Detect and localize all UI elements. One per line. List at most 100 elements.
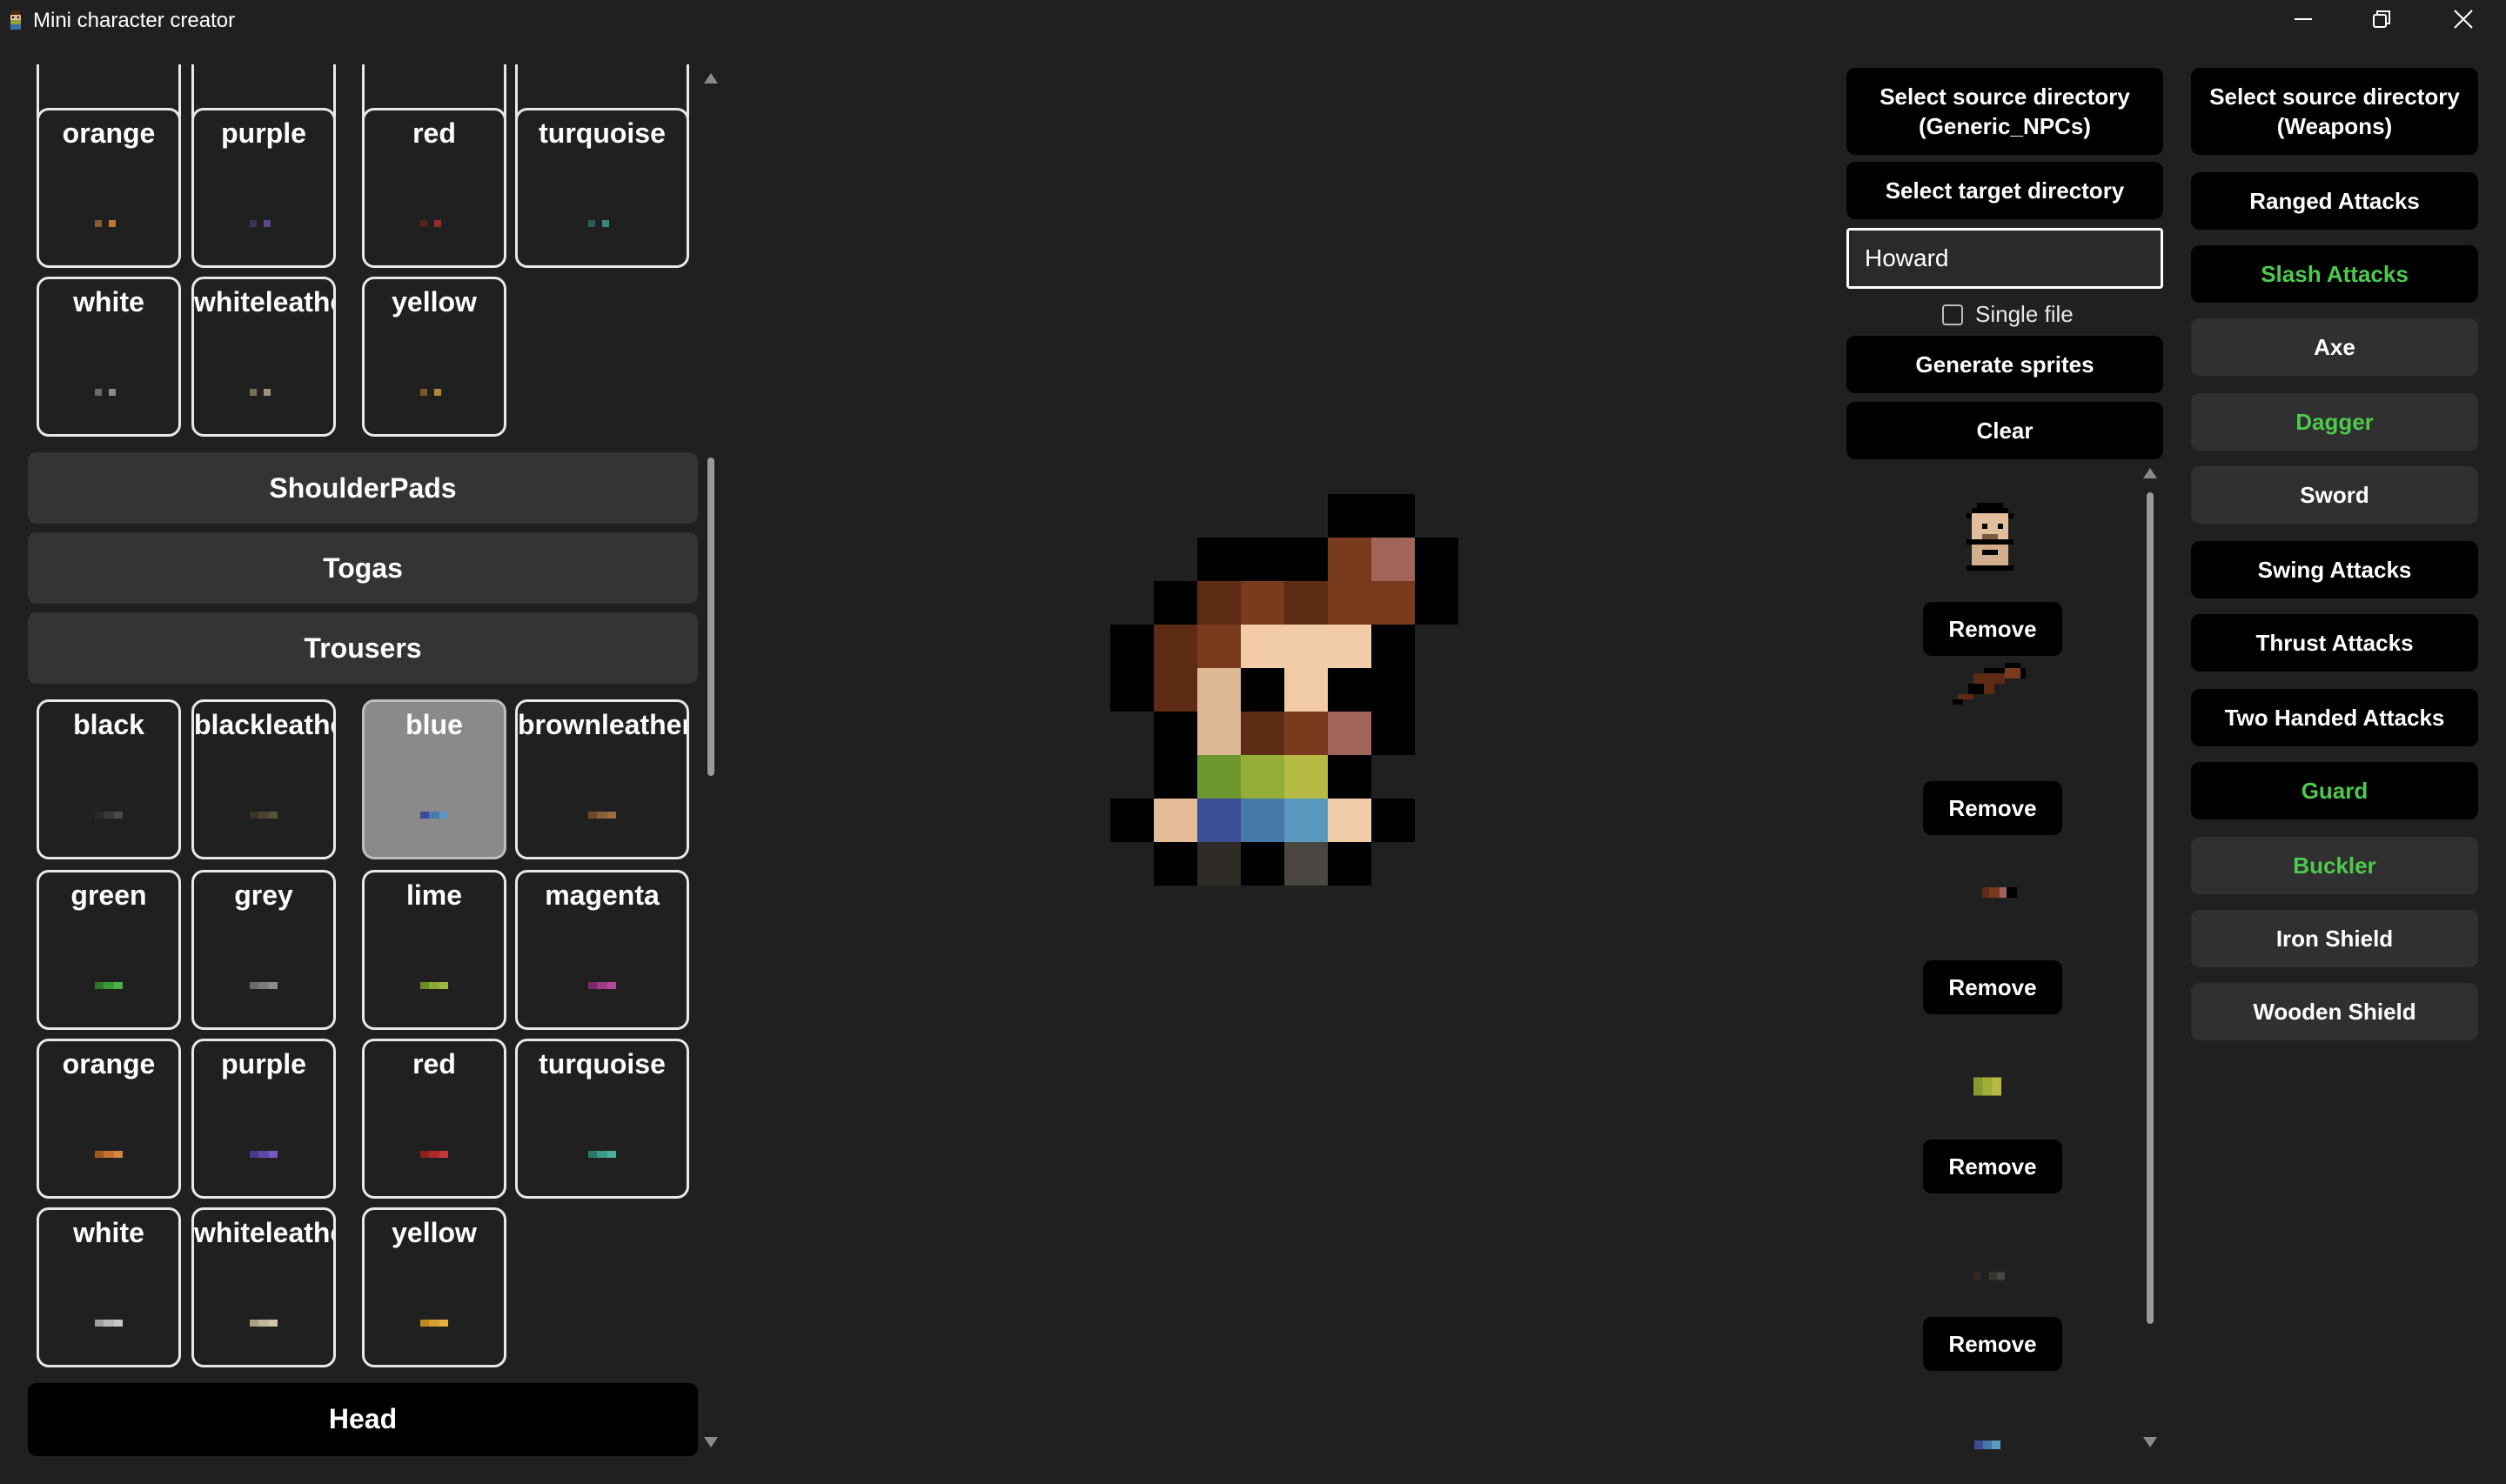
guard-button[interactable]: Guard [2191, 762, 2478, 819]
swing-attacks-button[interactable]: Swing Attacks [2191, 541, 2478, 598]
single-file-checkbox[interactable] [1942, 304, 1963, 325]
color-swatch [95, 812, 123, 819]
color-tile-label: black [73, 709, 144, 740]
category-head-button[interactable]: Head [28, 1383, 698, 1456]
minimize-button[interactable] [2264, 0, 2342, 38]
left-scrollbar[interactable] [703, 70, 719, 1453]
wooden-shield-button[interactable]: Wooden Shield [2191, 983, 2478, 1040]
select-source-weapons-button[interactable]: Select source directory (Weapons) [2191, 68, 2478, 155]
scroll-up-arrow-icon[interactable] [2143, 468, 2157, 478]
remove-layer-button[interactable]: Remove [1923, 960, 2062, 1014]
remove-layer-button[interactable]: Remove [1923, 781, 2062, 835]
color-swatch [588, 1151, 616, 1158]
select-source-npcs-button[interactable]: Select source directory (Generic_NPCs) [1846, 68, 2163, 155]
scroll-up-arrow-icon[interactable] [704, 73, 718, 84]
color-tile-black[interactable]: black [37, 699, 181, 859]
remove-layer-button[interactable]: Remove [1923, 602, 2062, 656]
color-tile-label: red [412, 1048, 456, 1080]
color-tile-label: orange [62, 1048, 156, 1080]
color-tile-label: white [73, 1217, 144, 1248]
color-tile-label: white [73, 286, 144, 318]
sword-button[interactable]: Sword [2191, 466, 2478, 524]
single-file-label: Single file [1975, 301, 2074, 327]
buckler-button[interactable]: Buckler [2191, 837, 2478, 894]
category-panel[interactable]: orange purple red turquoise white whitel… [26, 64, 701, 1456]
color-tile-label: lime [405, 879, 463, 911]
color-swatch [250, 812, 278, 819]
select-target-button[interactable]: Select target directory [1846, 162, 2163, 219]
single-file-option[interactable]: Single file [1942, 301, 2074, 328]
remove-layer-button[interactable]: Remove [1923, 1140, 2062, 1193]
color-swatch [588, 982, 616, 989]
layer-list[interactable]: Remove Remove Remove Remove Remove [1846, 470, 2137, 1453]
color-tile-red[interactable]: red [362, 1039, 506, 1199]
color-tile-label: red [412, 117, 456, 149]
color-swatch [420, 389, 448, 396]
scroll-thumb[interactable] [707, 458, 714, 776]
color-tile-magenta[interactable]: magenta [515, 870, 689, 1030]
color-tile-green[interactable]: green [37, 870, 181, 1030]
color-tile-brownleather[interactable]: brownleather [515, 699, 689, 859]
color-swatch [95, 982, 123, 989]
color-swatch [420, 1320, 448, 1327]
category-trousers-button[interactable]: Trousers [28, 612, 698, 684]
color-tile-label: yellow [392, 1217, 477, 1248]
layer-list-scrollbar[interactable] [2142, 465, 2158, 1453]
character-name-input[interactable] [1846, 228, 2163, 289]
layer-hair-thumb [1953, 663, 2026, 705]
color-tile-label: green [70, 879, 147, 911]
color-tile-blue[interactable]: blue [362, 699, 506, 859]
scroll-thumb[interactable] [2147, 492, 2154, 1324]
two-handed-attacks-button[interactable]: Two Handed Attacks [2191, 689, 2478, 746]
color-tile-white[interactable]: white [37, 1207, 181, 1367]
color-tile-label: blackleather [194, 709, 333, 740]
slash-attacks-button[interactable]: Slash Attacks [2191, 245, 2478, 303]
color-tile-whiteleather[interactable]: whiteleather [191, 1207, 336, 1367]
color-tile-turquoise[interactable]: turquoise [515, 1039, 689, 1199]
color-tile-lime[interactable]: lime [362, 870, 506, 1030]
thrust-attacks-button[interactable]: Thrust Attacks [2191, 614, 2478, 672]
color-tile-turquoise[interactable]: turquoise [515, 108, 689, 268]
layer-head-thumb [1967, 503, 2014, 571]
color-tile-red[interactable]: red [362, 108, 506, 268]
generate-sprites-button[interactable]: Generate sprites [1846, 336, 2163, 393]
remove-layer-button[interactable]: Remove [1923, 1317, 2062, 1371]
color-tile-label: grey [234, 879, 293, 911]
color-swatch [588, 220, 616, 227]
dagger-button[interactable]: Dagger [2191, 393, 2478, 451]
window-title: Mini character creator [33, 9, 236, 32]
color-tile-label: magenta [545, 879, 660, 911]
clear-button[interactable]: Clear [1846, 402, 2163, 459]
color-tile-label: purple [221, 117, 306, 149]
color-tile-yellow[interactable]: yellow [362, 277, 506, 437]
color-tile-grey[interactable]: grey [191, 870, 336, 1030]
scroll-down-arrow-icon[interactable] [704, 1437, 718, 1447]
category-togas-button[interactable]: Togas [28, 532, 698, 604]
layer-trousers-thumb [1974, 1441, 2000, 1449]
color-tile-label: orange [62, 117, 156, 149]
app-icon [10, 10, 21, 30]
color-tile-white[interactable]: white [37, 277, 181, 437]
ranged-attacks-button[interactable]: Ranged Attacks [2191, 172, 2478, 230]
color-swatch [420, 982, 448, 989]
layer-face-thumb [1982, 887, 2017, 898]
restore-button[interactable] [2342, 0, 2421, 38]
color-tile-orange[interactable]: orange [37, 108, 181, 268]
color-tile-orange[interactable]: orange [37, 1039, 181, 1199]
close-button[interactable] [2424, 0, 2503, 38]
color-tile-blackleather[interactable]: blackleather [191, 699, 336, 859]
color-tile-whiteleather[interactable]: whiteleather [191, 277, 336, 437]
title-bar: Mini character creator [0, 0, 2506, 38]
category-shoulderpads-button[interactable]: ShoulderPads [28, 452, 698, 524]
select-source-weapons-button-text: Select source directory (Weapons) [2209, 84, 2460, 139]
scroll-down-arrow-icon[interactable] [2143, 1437, 2157, 1447]
layer-shirt-thumb [1973, 1077, 2001, 1096]
color-swatch [95, 220, 123, 227]
color-tile-yellow[interactable]: yellow [362, 1207, 506, 1367]
layer-shoes-thumb [1973, 1272, 2005, 1280]
color-tile-purple[interactable]: purple [191, 108, 336, 268]
color-tile-purple[interactable]: purple [191, 1039, 336, 1199]
axe-button[interactable]: Axe [2191, 318, 2478, 376]
color-tile-label: purple [221, 1048, 306, 1080]
iron-shield-button[interactable]: Iron Shield [2191, 910, 2478, 967]
